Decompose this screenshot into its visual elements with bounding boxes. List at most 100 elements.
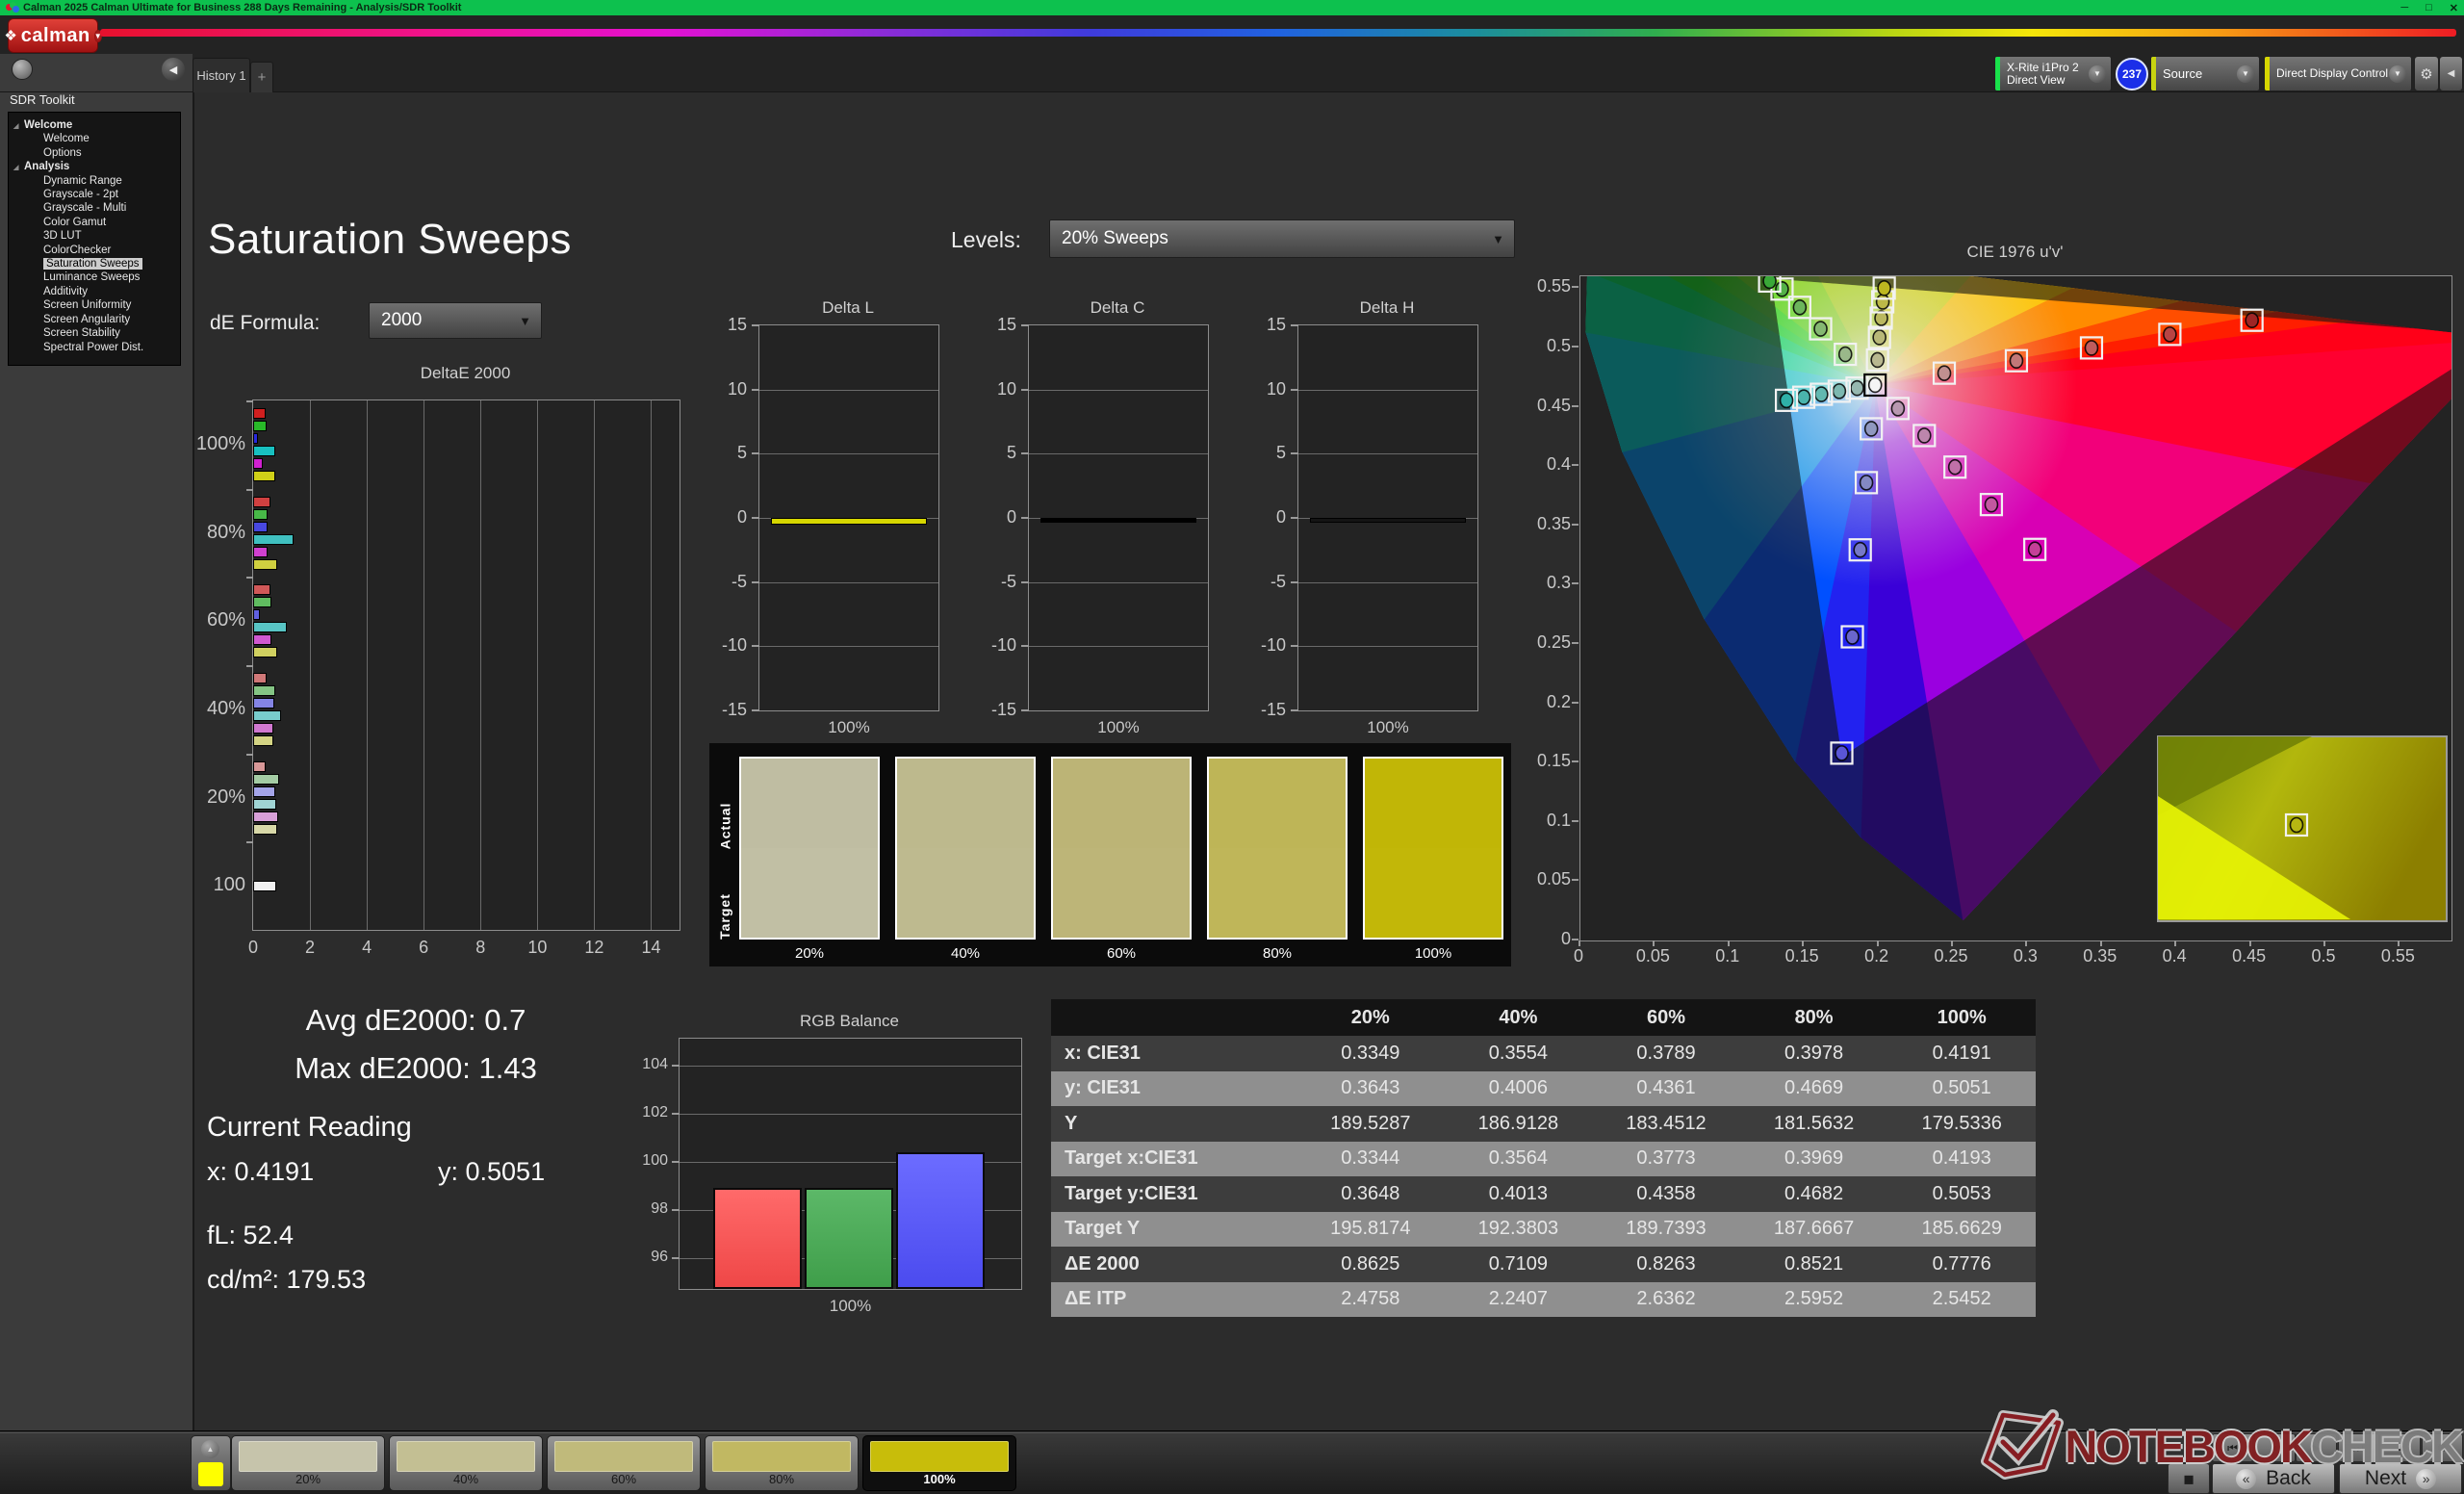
- pattern-button-40%[interactable]: 40%: [389, 1435, 543, 1491]
- deltae-bar: [253, 735, 273, 746]
- source-dropdown[interactable]: Source ▼: [2150, 56, 2260, 91]
- sidebar-item-welcome[interactable]: Welcome: [9, 132, 180, 145]
- sidebar-item-screen-angularity[interactable]: Screen Angularity: [9, 313, 180, 326]
- display-control-dropdown[interactable]: Direct Display Control ▼: [2264, 56, 2412, 91]
- measured-dot: [1835, 746, 1848, 760]
- sidebar-item-welcome[interactable]: ◢Welcome: [9, 118, 180, 132]
- meter-count-badge[interactable]: 237: [2116, 58, 2148, 90]
- y-tick-label: -15: [976, 700, 1016, 720]
- y-tick-label: 10: [706, 379, 747, 399]
- pattern-button-20%[interactable]: 20%: [231, 1435, 385, 1491]
- axis-tick: [246, 577, 253, 579]
- reading-cdm2: cd/m²: 179.53: [207, 1265, 366, 1295]
- maximize-button[interactable]: □: [2426, 2, 2432, 13]
- measured-dot: [1869, 377, 1882, 392]
- table-cell: 0.4361: [1592, 1077, 1740, 1099]
- media-button-5[interactable]: ⚙: [2422, 1433, 2463, 1462]
- media-button-1[interactable]: ⏸: [2254, 1433, 2296, 1462]
- table-row-label: ΔE ITP: [1051, 1288, 1296, 1310]
- palette-expand-button[interactable]: ▲: [191, 1435, 231, 1491]
- table-row: Target y:CIE310.36480.40130.43580.46820.…: [1051, 1176, 2036, 1212]
- x-tick-label: 0: [239, 938, 268, 958]
- deltae-group-label: 100%: [188, 433, 245, 455]
- measured-dot: [1833, 384, 1845, 399]
- pattern-chip: [712, 1441, 851, 1472]
- de-formula-value: 2000: [381, 310, 422, 331]
- sidebar-item-luminance-sweeps[interactable]: Luminance Sweeps: [9, 270, 180, 284]
- sidebar-item-screen-uniformity[interactable]: Screen Uniformity: [9, 298, 180, 312]
- media-button-2[interactable]: ▶: [2296, 1433, 2337, 1462]
- deltae-bar: [253, 761, 266, 772]
- calman-menu-button[interactable]: ❖ calman ▼: [8, 18, 98, 53]
- deltae-bar: [253, 647, 277, 657]
- y-tick-label: -5: [706, 572, 747, 592]
- sidebar-item-saturation-sweeps[interactable]: Saturation Sweeps: [9, 257, 180, 270]
- table-row: Target Y195.8174192.3803189.7393187.6667…: [1051, 1212, 2036, 1248]
- x-tick-label: 0.3: [2006, 946, 2044, 966]
- deltae-bar: [253, 408, 266, 419]
- y-tick-label: -15: [1245, 700, 1286, 720]
- de-formula-dropdown[interactable]: 2000 ▼: [369, 302, 542, 339]
- minimize-button[interactable]: ─: [2400, 2, 2408, 13]
- back-button[interactable]: « Back: [2212, 1463, 2335, 1494]
- swatch-60%: [1051, 757, 1192, 940]
- sidebar-item-options[interactable]: Options: [9, 146, 180, 160]
- next-arrow-icon: »: [2416, 1469, 2436, 1489]
- sidebar-item-additivity[interactable]: Additivity: [9, 285, 180, 298]
- sidebar-item-spectral-power-dist-[interactable]: Spectral Power Dist.: [9, 341, 180, 354]
- sidebar-item-label: Welcome: [24, 119, 72, 131]
- panel-collapse-button[interactable]: ◀: [2439, 56, 2463, 91]
- close-button[interactable]: ✕: [2450, 2, 2458, 14]
- axis-tick: [1291, 389, 1298, 391]
- sidebar-item-screen-stability[interactable]: Screen Stability: [9, 326, 180, 340]
- table-row-label: x: CIE31: [1051, 1043, 1296, 1065]
- sidebar-item-color-gamut[interactable]: Color Gamut: [9, 216, 180, 229]
- table-cell: 183.4512: [1592, 1113, 1740, 1135]
- y-tick-label: 0.5: [1525, 336, 1571, 356]
- table-cell: 0.3344: [1296, 1147, 1445, 1170]
- swatch-target: [1209, 848, 1346, 938]
- levels-dropdown[interactable]: 20% Sweeps ▼: [1049, 219, 1515, 258]
- table-cell: 2.4758: [1296, 1288, 1445, 1310]
- pattern-button-100%[interactable]: 100%: [862, 1435, 1016, 1491]
- sidebar-item-grayscale-2pt[interactable]: Grayscale - 2pt: [9, 188, 180, 201]
- app-icon-blue: [13, 6, 19, 13]
- sidebar-item-3d-lut[interactable]: 3D LUT: [9, 229, 180, 243]
- axis-tick: [1578, 940, 1580, 946]
- table-cell: 0.4006: [1445, 1077, 1593, 1099]
- pattern-button-60%[interactable]: 60%: [547, 1435, 701, 1491]
- gridline: [759, 390, 938, 391]
- tab-add-button[interactable]: +: [250, 62, 273, 92]
- sidebar-collapse-button[interactable]: ◀: [162, 58, 185, 81]
- table-cell: 195.8174: [1296, 1218, 1445, 1240]
- axis-tick: [1021, 389, 1029, 391]
- sidebar-item-grayscale-multi[interactable]: Grayscale - Multi: [9, 201, 180, 215]
- next-button[interactable]: Next »: [2339, 1463, 2462, 1494]
- tab-history-1[interactable]: History 1: [192, 58, 250, 92]
- rgb-bar-blue: [896, 1152, 985, 1290]
- display-dropdown-label: Direct Display Control: [2276, 67, 2388, 80]
- deltae-bar: [253, 673, 267, 683]
- measured-dot: [1846, 630, 1859, 644]
- settings-button[interactable]: ⚙: [2414, 56, 2439, 91]
- stop-button[interactable]: ◼: [2168, 1463, 2210, 1494]
- media-button-4[interactable]: ⏺: [2379, 1433, 2421, 1462]
- sidebar-item-colorchecker[interactable]: ColorChecker: [9, 244, 180, 257]
- axis-tick: [1291, 452, 1298, 454]
- pattern-button-80%[interactable]: 80%: [705, 1435, 859, 1491]
- measured-dot: [1891, 401, 1904, 416]
- media-button-3[interactable]: ⏭: [2338, 1433, 2379, 1462]
- axis-tick: [672, 1209, 680, 1211]
- sidebar-item-dynamic-range[interactable]: Dynamic Range: [9, 174, 180, 188]
- sidebar-item-analysis[interactable]: ◢Analysis: [9, 160, 180, 173]
- axis-tick: [1572, 702, 1578, 704]
- table-cell: 2.6362: [1592, 1288, 1740, 1310]
- axis-tick: [1021, 452, 1029, 454]
- bottom-toolbar: ▲ 20%40%60%80%100% ⏮⏸▶⏭⏺⚙ ◼ « Back Next …: [0, 1430, 2464, 1494]
- axis-tick: [1951, 940, 1953, 946]
- media-button-0[interactable]: ⏮: [2212, 1433, 2253, 1462]
- panel-orb-button[interactable]: [12, 59, 33, 80]
- meter-dropdown[interactable]: X-Rite i1Pro 2Direct View ▼: [1994, 56, 2112, 91]
- swatch-actual: [741, 759, 878, 848]
- axis-tick: [752, 645, 759, 647]
